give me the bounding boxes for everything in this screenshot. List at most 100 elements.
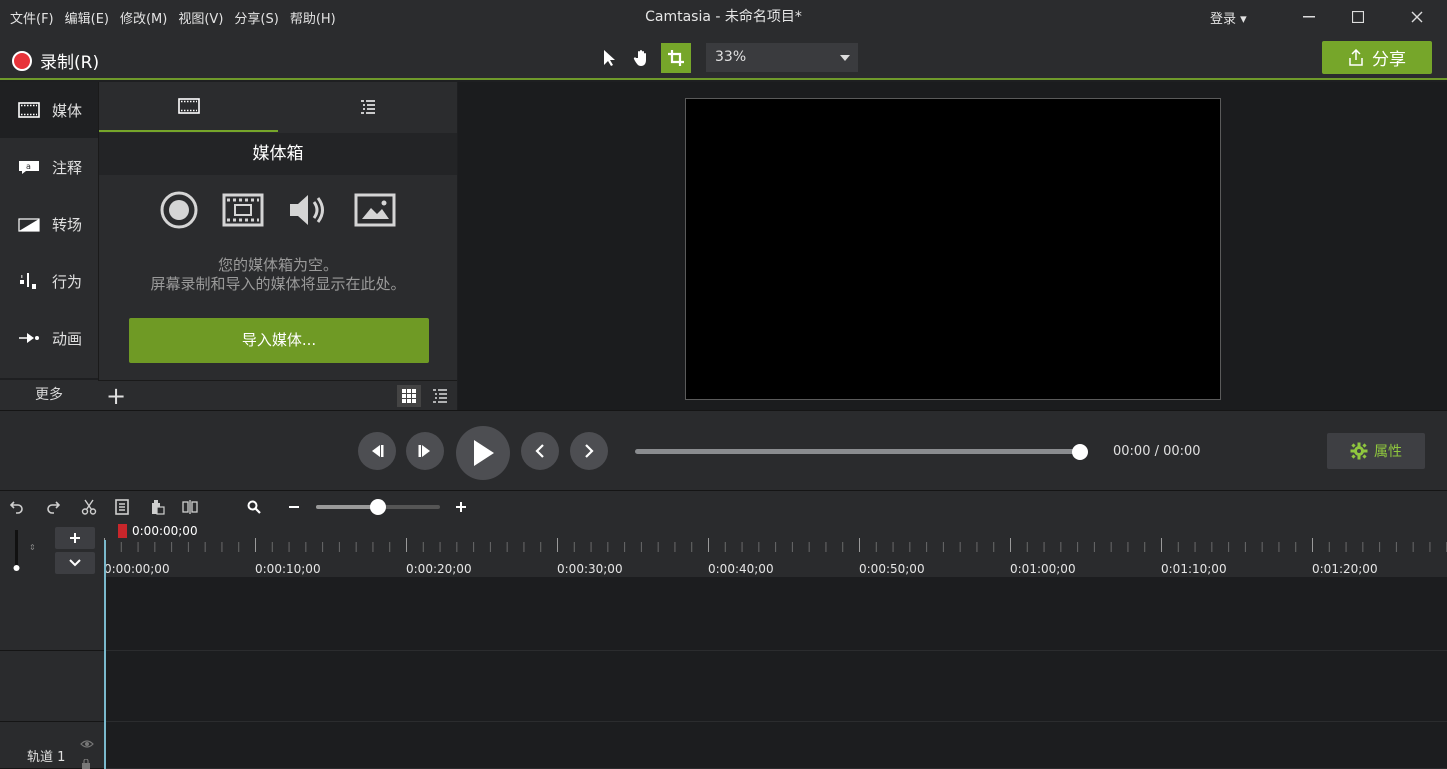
paste-button[interactable] xyxy=(148,497,168,517)
nav-annotations[interactable]: a 注释 xyxy=(0,139,98,195)
ruler-tick-label: 0:00:00;00 xyxy=(104,562,170,576)
chevron-left-icon xyxy=(535,444,544,458)
plus-icon xyxy=(456,502,466,512)
zoom-out-button[interactable] xyxy=(284,497,304,517)
nav-behaviors[interactable]: 行为 xyxy=(0,253,98,309)
track-lane-1[interactable] xyxy=(104,722,1447,769)
transition-icon xyxy=(18,218,40,232)
ruler-tick-label: 0:00:30;00 xyxy=(557,562,623,576)
paste-icon xyxy=(152,500,165,515)
minimize-icon xyxy=(1303,16,1315,18)
timeline-ruler[interactable]: 0:00:00;00 0:00:00;00 0:00:10;00 0:00:20;0… xyxy=(104,522,1447,577)
ruler-tick-label: 0:00:40;00 xyxy=(708,562,774,576)
title-bar: 文件(F) 编辑(E) 修改(M) 视图(V) 分享(S) 帮助(H) Camt… xyxy=(0,0,1447,34)
minimize-button[interactable] xyxy=(1286,0,1332,34)
track-lane-empty-2[interactable] xyxy=(104,651,1447,722)
list-icon xyxy=(433,389,447,403)
close-button[interactable] xyxy=(1394,0,1440,34)
audio-speaker-icon xyxy=(290,195,324,225)
video-film-icon xyxy=(222,193,264,227)
nav-animations[interactable]: 动画 xyxy=(0,310,98,366)
nav-animations-label: 动画 xyxy=(52,329,83,348)
previous-frame-button[interactable] xyxy=(358,432,396,470)
track-options-button[interactable] xyxy=(55,552,95,574)
menu-share[interactable]: 分享(S) xyxy=(234,8,278,27)
record-button[interactable]: 录制(R) xyxy=(12,48,99,73)
film-icon xyxy=(177,98,200,114)
animation-icon xyxy=(19,333,39,343)
empty-message-line1: 您的媒体箱为空。 xyxy=(217,256,338,274)
crop-tool[interactable] xyxy=(661,43,691,73)
ruler-tick-label: 0:01:10;00 xyxy=(1161,562,1227,576)
list-view-button[interactable] xyxy=(428,385,452,407)
split-button[interactable] xyxy=(180,497,200,517)
menu-edit[interactable]: 编辑(E) xyxy=(65,8,109,27)
zoom-in-button[interactable] xyxy=(451,497,471,517)
nav-transitions-label: 转场 xyxy=(52,215,83,234)
ruler-tick-label: 0:00:50;00 xyxy=(859,562,925,576)
login-menu[interactable]: 登录 ▾ xyxy=(1210,8,1247,27)
playhead-line[interactable] xyxy=(104,540,106,769)
menu-modify[interactable]: 修改(M) xyxy=(120,8,167,27)
nav-annotations-label: 注释 xyxy=(52,158,83,177)
lock-icon[interactable] xyxy=(80,759,92,769)
nav-media[interactable]: 媒体 xyxy=(0,82,98,138)
record-label: 录制(R) xyxy=(40,53,100,73)
timeline-controls: ⇕ xyxy=(0,522,104,577)
chevron-down-icon xyxy=(840,55,850,61)
menu-help[interactable]: 帮助(H) xyxy=(290,8,336,27)
plus-icon xyxy=(70,533,80,543)
scrubber-handle[interactable] xyxy=(1072,444,1088,460)
share-label: 分享 xyxy=(1372,50,1406,70)
nav-transitions[interactable]: 转场 xyxy=(0,196,98,252)
menu-file[interactable]: 文件(F) xyxy=(10,8,54,27)
maximize-button[interactable] xyxy=(1335,0,1381,34)
tab-media-bin[interactable] xyxy=(99,82,278,132)
main-toolbar: 录制(R) 33% 分享 xyxy=(0,34,1447,80)
close-icon xyxy=(1411,11,1423,23)
track-lane-empty-1[interactable] xyxy=(104,577,1447,651)
add-track-button[interactable] xyxy=(55,527,95,549)
preview-canvas[interactable] xyxy=(685,98,1221,400)
scissors-icon xyxy=(81,499,97,515)
tab-library[interactable] xyxy=(278,82,457,132)
menu-view[interactable]: 视图(V) xyxy=(178,8,223,27)
previous-marker-button[interactable] xyxy=(521,432,559,470)
import-media-button[interactable]: 导入媒体... xyxy=(129,318,429,363)
playhead-marker[interactable] xyxy=(118,524,127,538)
empty-message: 您的媒体箱为空。 屏幕录制和导入的媒体将显示在此处。 xyxy=(99,256,457,294)
grid-icon xyxy=(402,389,416,403)
list-icon xyxy=(360,100,375,114)
zoom-slider-handle[interactable] xyxy=(370,499,386,515)
playback-scrubber[interactable] xyxy=(635,449,1080,454)
nav-more[interactable]: 更多 xyxy=(0,380,98,410)
play-button[interactable] xyxy=(456,426,510,480)
redo-button[interactable] xyxy=(43,497,63,517)
undo-button[interactable] xyxy=(7,497,27,517)
share-button[interactable]: 分享 xyxy=(1322,41,1432,74)
copy-button[interactable] xyxy=(112,497,132,517)
next-frame-button[interactable] xyxy=(406,432,444,470)
next-marker-button[interactable] xyxy=(570,432,608,470)
panel-footer: + xyxy=(98,380,457,410)
properties-button[interactable]: 属性 xyxy=(1327,433,1425,469)
arrow-cursor-icon xyxy=(604,50,615,66)
track-height-slider-icon[interactable]: ⇕ xyxy=(12,530,42,572)
redo-icon xyxy=(47,501,60,514)
add-icon[interactable]: + xyxy=(106,383,126,409)
zoom-select[interactable]: 33% xyxy=(706,43,858,72)
undo-icon xyxy=(10,501,23,514)
select-tool[interactable] xyxy=(594,43,624,73)
pan-tool[interactable] xyxy=(627,43,657,73)
gear-icon xyxy=(1350,442,1368,460)
minus-icon xyxy=(289,506,299,508)
playhead-time: 0:00:00;00 xyxy=(132,524,198,538)
grid-view-button[interactable] xyxy=(397,385,421,407)
play-icon xyxy=(474,440,494,466)
chevron-down-icon xyxy=(69,559,81,567)
cut-button[interactable] xyxy=(79,497,99,517)
eye-icon[interactable] xyxy=(80,739,94,749)
zoom-magnifier[interactable] xyxy=(244,497,264,517)
nav-media-label: 媒体 xyxy=(52,101,83,120)
zoom-slider-fill xyxy=(316,505,378,509)
